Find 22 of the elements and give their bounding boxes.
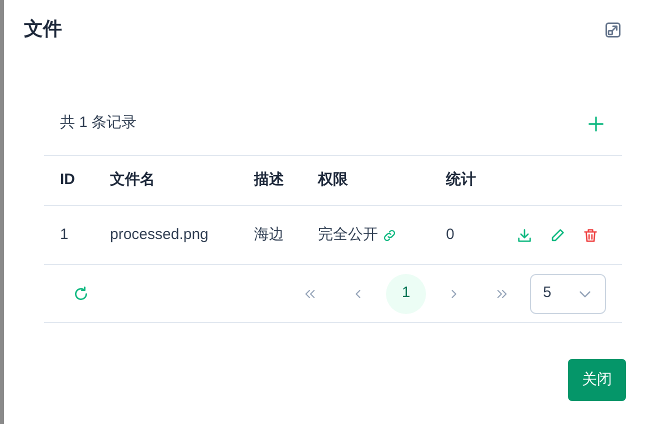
pencil-icon[interactable] — [549, 226, 566, 244]
column-header: 文件名 — [110, 170, 156, 190]
column-header: 权限 — [318, 170, 349, 190]
trash-icon[interactable] — [582, 226, 599, 244]
page-size-select[interactable]: 5 — [530, 274, 606, 314]
link-icon[interactable] — [382, 228, 397, 242]
dialog-title: 文件 — [24, 18, 62, 42]
table-cell-text: 0 — [446, 224, 456, 245]
page-button[interactable]: 1 — [386, 274, 426, 314]
close-button[interactable]: 关闭 — [568, 359, 626, 401]
table-cell-text: 海边 — [254, 224, 285, 245]
table-cell-text: processed.png — [110, 224, 210, 245]
table-cell-text: 1 — [59, 224, 70, 245]
column-header: 统计 — [446, 170, 477, 190]
table-cell-text: 完全公开 — [318, 224, 378, 245]
download-icon[interactable] — [516, 226, 533, 244]
refresh-icon[interactable] — [72, 284, 90, 302]
expand-icon[interactable] — [604, 21, 622, 39]
record-count: 共 1 条记录 — [60, 113, 137, 134]
add-icon[interactable] — [586, 114, 606, 134]
column-header: 描述 — [254, 170, 285, 190]
column-header: ID — [59, 170, 76, 190]
